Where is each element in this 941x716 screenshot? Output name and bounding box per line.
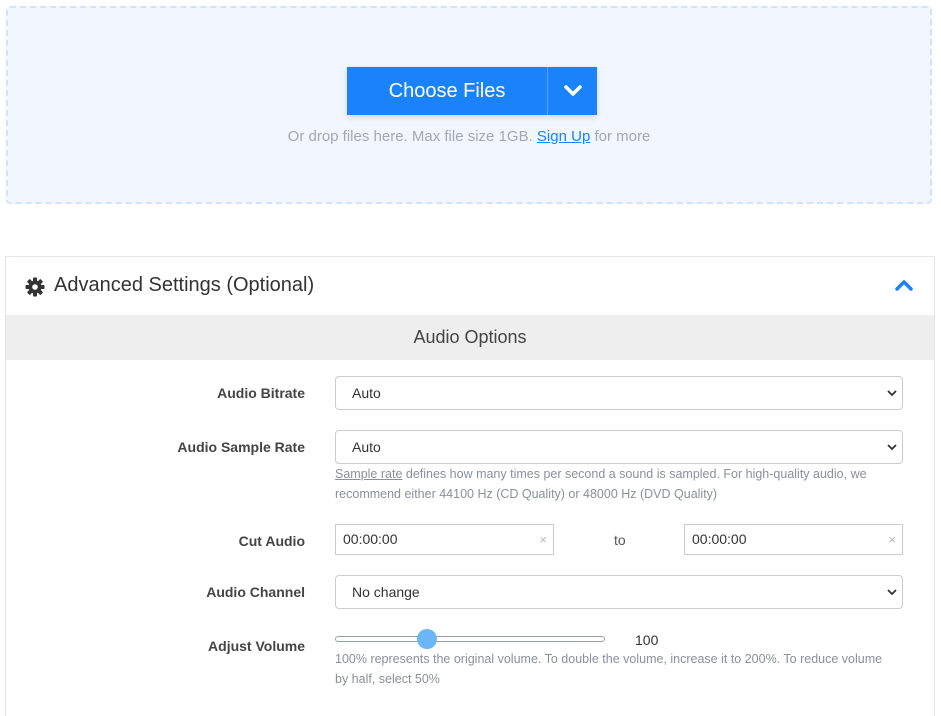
advanced-settings-panel: Advanced Settings (Optional) Audio Optio… <box>5 256 935 716</box>
choose-files-button[interactable]: Choose Files <box>347 67 547 115</box>
advanced-settings-header[interactable]: Advanced Settings (Optional) <box>6 257 934 315</box>
volume-value: 100 <box>635 632 659 648</box>
audio-bitrate-value: Auto <box>352 385 381 401</box>
sign-up-link[interactable]: Sign Up <box>537 128 590 145</box>
sample-rate-link[interactable]: Sample rate <box>335 467 402 481</box>
choose-files-group: Choose Files <box>347 67 597 115</box>
volume-slider-track[interactable] <box>335 636 605 642</box>
cut-audio-label: Cut Audio <box>238 533 305 549</box>
choose-source-dropdown-button[interactable] <box>547 67 597 115</box>
sample-rate-help-text: defines how many times per second a soun… <box>335 467 867 501</box>
cut-to-label: to <box>614 532 626 548</box>
chevron-up-icon[interactable] <box>894 277 914 293</box>
cut-start-input[interactable]: 00:00:00 × <box>335 524 554 555</box>
adjust-volume-label: Adjust Volume <box>208 638 305 654</box>
audio-bitrate-label: Audio Bitrate <box>217 385 305 401</box>
file-dropzone[interactable]: Choose Files Or drop files here. Max fil… <box>6 6 932 204</box>
clear-start-icon[interactable]: × <box>539 525 547 554</box>
volume-help: 100% represents the original volume. To … <box>335 652 883 686</box>
chevron-down-icon <box>887 589 897 596</box>
gear-icon <box>25 277 45 297</box>
audio-sample-rate-select[interactable]: Auto <box>335 430 903 464</box>
drop-hint-suffix: for more <box>594 128 651 145</box>
audio-channel-label: Audio Channel <box>206 584 305 600</box>
audio-options-heading: Audio Options <box>6 315 934 360</box>
audio-channel-value: No change <box>352 584 420 600</box>
audio-sample-rate-label: Audio Sample Rate <box>177 439 305 455</box>
volume-slider-thumb[interactable] <box>417 629 437 649</box>
audio-sample-rate-value: Auto <box>352 439 381 455</box>
clear-end-icon[interactable]: × <box>888 525 896 554</box>
cut-end-input[interactable]: 00:00:00 × <box>684 524 903 555</box>
cut-start-value: 00:00:00 <box>343 531 398 547</box>
sample-rate-help: Sample rate defines how many times per s… <box>335 464 910 504</box>
chevron-down-icon <box>887 444 897 451</box>
audio-channel-select[interactable]: No change <box>335 575 903 609</box>
advanced-settings-title: Advanced Settings (Optional) <box>54 274 315 296</box>
cut-end-value: 00:00:00 <box>692 531 747 547</box>
drop-hint: Or drop files here. Max file size 1GB. S… <box>8 128 930 145</box>
audio-bitrate-select[interactable]: Auto <box>335 376 903 410</box>
chevron-down-icon <box>887 390 897 397</box>
drop-hint-text: Or drop files here. Max file size 1GB. <box>287 128 533 145</box>
chevron-down-icon <box>563 85 582 96</box>
